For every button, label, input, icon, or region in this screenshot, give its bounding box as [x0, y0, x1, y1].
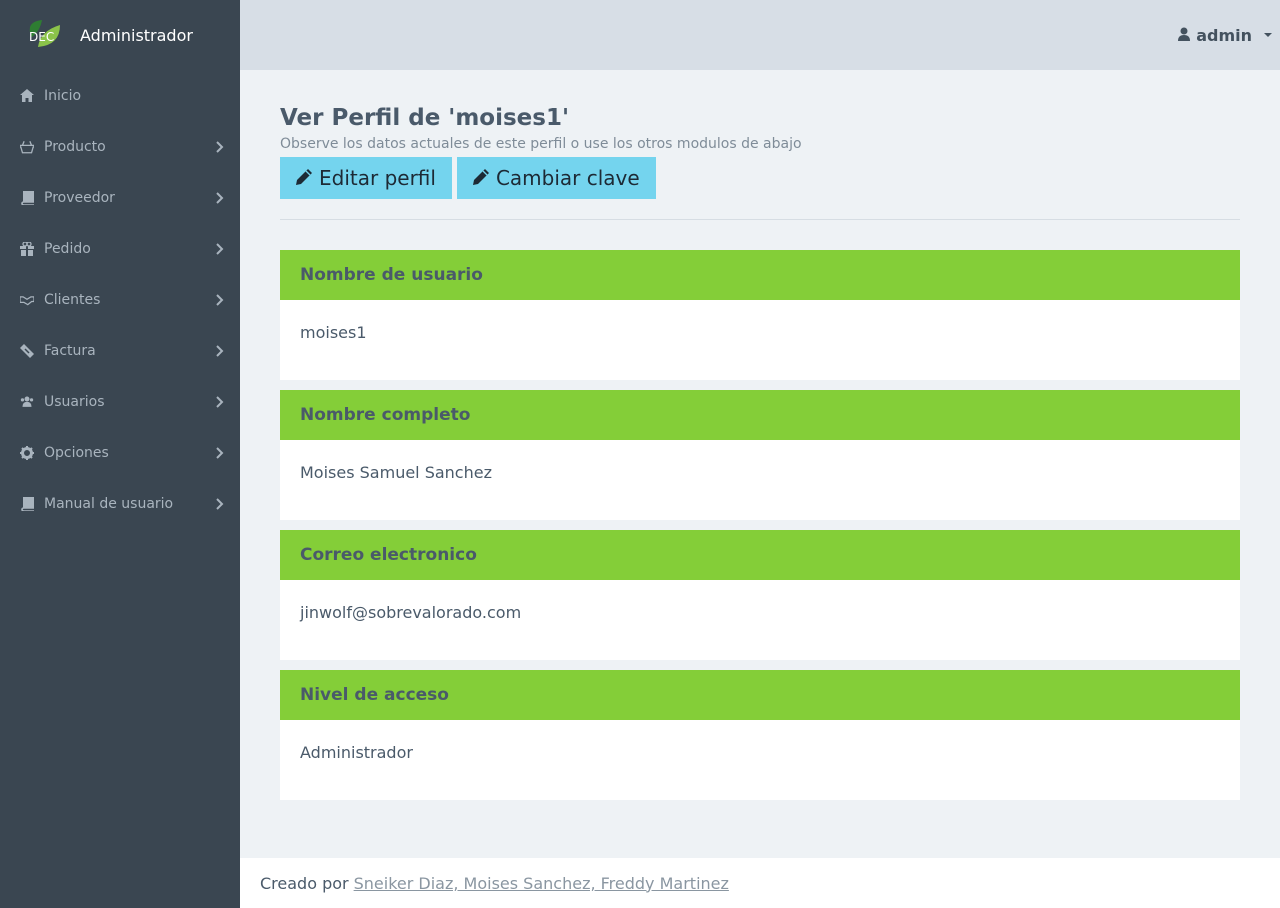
- chevron-right-icon: [216, 344, 226, 357]
- basket-icon: [20, 140, 34, 154]
- card-value: jinwolf@sobrevalorado.com: [300, 603, 522, 622]
- sidebar-item-label: Opciones: [44, 444, 109, 461]
- card-header: Nivel de acceso: [280, 670, 1240, 720]
- gear-icon: [20, 445, 34, 460]
- footer: Creado por Sneiker Diaz, Moises Sanchez,…: [240, 858, 1280, 908]
- card-value: moises1: [300, 323, 367, 342]
- home-icon: [20, 89, 34, 103]
- pencil-icon: [296, 166, 313, 190]
- sidebar-item-label: Clientes: [44, 291, 101, 308]
- username-card: Nombre de usuario moises1: [280, 250, 1240, 380]
- change-password-label: Cambiar clave: [495, 166, 640, 190]
- sidebar-item-usuarios[interactable]: Usuarios: [0, 376, 240, 427]
- svg-text:DEC: DEC: [29, 30, 54, 44]
- footer-prefix: Creado por: [260, 873, 349, 893]
- pencil-icon: [472, 166, 490, 190]
- user-icon: [1178, 26, 1191, 45]
- sidebar-item-opciones[interactable]: Opciones: [0, 427, 240, 478]
- user-menu[interactable]: admin: [1178, 0, 1272, 70]
- sidebar-item-label: Producto: [44, 138, 106, 155]
- access-level-card: Nivel de acceso Administrador: [280, 670, 1240, 800]
- sidebar-item-factura[interactable]: Factura: [0, 325, 240, 376]
- sidebar-item-label: Manual de usuario: [44, 495, 174, 512]
- book-icon: [20, 496, 34, 511]
- authors-link[interactable]: Sneiker Diaz, Moises Sanchez, Freddy Mar…: [354, 874, 729, 893]
- brand-logo: DEC: [26, 17, 62, 53]
- divider: [280, 219, 1240, 220]
- user-name: admin: [1196, 25, 1252, 45]
- sidebar-item-manual-de-usuario[interactable]: Manual de usuario: [0, 478, 240, 529]
- handshake-icon: [20, 293, 34, 307]
- topbar: admin: [240, 0, 1280, 70]
- sidebar-brand[interactable]: DEC Administrador: [0, 0, 240, 70]
- card-value: Moises Samuel Sanchez: [300, 463, 492, 482]
- sidebar-item-label: Inicio: [44, 87, 82, 104]
- page-title: Ver Perfil de 'moises1': [280, 105, 570, 131]
- chevron-right-icon: [216, 191, 226, 204]
- card-header: Nombre de usuario: [280, 250, 1240, 300]
- users-icon: [20, 395, 34, 409]
- sidebar-item-label: Proveedor: [44, 189, 115, 206]
- sidebar-item-producto[interactable]: Producto: [0, 121, 240, 172]
- edit-profile-label: Editar perfil: [319, 166, 436, 190]
- card-header: Correo electronico: [280, 530, 1240, 580]
- chevron-right-icon: [216, 293, 226, 306]
- chevron-right-icon: [216, 395, 226, 408]
- book-icon: [20, 190, 34, 205]
- page-subtitle: Observe los datos actuales de este perfi…: [280, 136, 802, 152]
- edit-profile-button[interactable]: Editar perfil: [280, 157, 452, 199]
- email-card: Correo electronico jinwolf@sobrevalorado…: [280, 530, 1240, 660]
- chevron-right-icon: [216, 446, 226, 459]
- action-buttons: Editar perfil Cambiar clave: [280, 157, 1240, 199]
- sidebar-item-inicio[interactable]: Inicio: [0, 70, 240, 121]
- sidebar-item-label: Pedido: [44, 240, 91, 257]
- card-value: Administrador: [300, 743, 413, 762]
- chevron-right-icon: [216, 242, 226, 255]
- gift-icon: [20, 241, 34, 256]
- caret-down-icon: [1264, 33, 1272, 37]
- sidebar-item-label: Usuarios: [44, 393, 105, 410]
- sidebar-item-proveedor[interactable]: Proveedor: [0, 172, 240, 223]
- sidebar-item-clientes[interactable]: Clientes: [0, 274, 240, 325]
- main-content: Ver Perfil de 'moises1' Observe los dato…: [280, 104, 1240, 800]
- sidebar-item-pedido[interactable]: Pedido: [0, 223, 240, 274]
- card-header: Nombre completo: [280, 390, 1240, 440]
- chevron-right-icon: [216, 497, 226, 510]
- sidebar-item-label: Factura: [44, 342, 96, 359]
- change-password-button[interactable]: Cambiar clave: [456, 157, 656, 199]
- fullname-card: Nombre completo Moises Samuel Sanchez: [280, 390, 1240, 520]
- sidebar: DEC Administrador Inicio Producto Provee…: [0, 0, 240, 908]
- ticket-icon: [20, 343, 34, 358]
- brand-title: Administrador: [80, 25, 193, 45]
- chevron-right-icon: [216, 140, 226, 153]
